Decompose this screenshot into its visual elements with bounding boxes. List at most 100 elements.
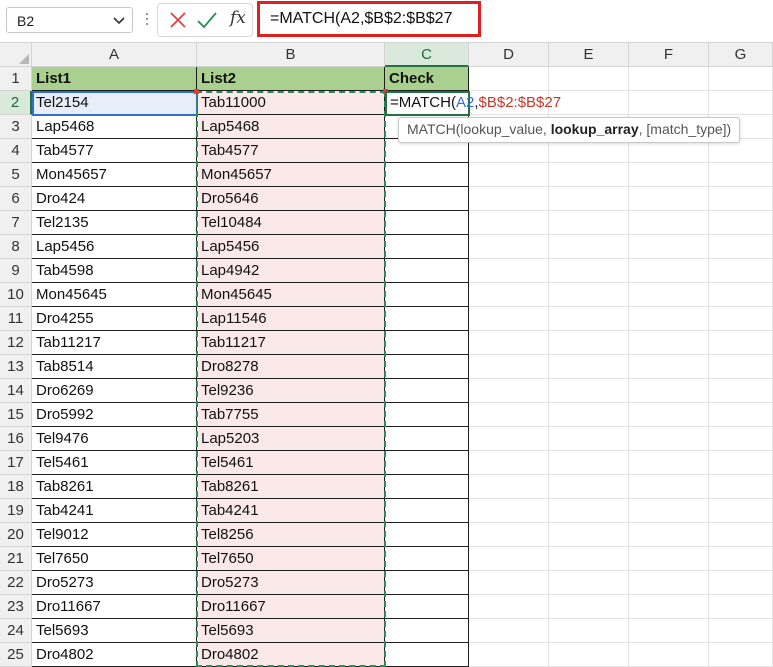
check-cell[interactable] (385, 283, 469, 307)
column-header-e[interactable]: E (549, 43, 629, 67)
empty-cell[interactable] (629, 643, 709, 667)
empty-cell[interactable] (629, 379, 709, 403)
empty-cell[interactable] (629, 499, 709, 523)
column-header-a[interactable]: A (32, 43, 197, 67)
row-header[interactable]: 14 (0, 379, 32, 403)
empty-cell[interactable] (629, 355, 709, 379)
list1-cell[interactable]: Tel9012 (32, 523, 197, 547)
formula-input[interactable]: =MATCH(A2,$B$2:$B$27 (257, 1, 481, 37)
empty-cell[interactable] (629, 67, 709, 91)
row-header[interactable]: 16 (0, 427, 32, 451)
list2-cell[interactable]: Tab11217 (197, 331, 385, 355)
list2-cell[interactable]: Tel7650 (197, 547, 385, 571)
check-cell[interactable] (385, 571, 469, 595)
check-cell[interactable] (385, 619, 469, 643)
empty-cell[interactable] (709, 307, 773, 331)
list2-cell[interactable]: Dro11667 (197, 595, 385, 619)
empty-cell[interactable] (629, 571, 709, 595)
empty-cell[interactable] (709, 427, 773, 451)
check-cell[interactable] (385, 211, 469, 235)
empty-cell[interactable] (709, 355, 773, 379)
name-box[interactable]: B2 (6, 7, 133, 33)
empty-cell[interactable] (549, 235, 629, 259)
empty-cell[interactable] (469, 571, 549, 595)
empty-cell[interactable] (469, 235, 549, 259)
check-cell[interactable] (385, 259, 469, 283)
empty-cell[interactable] (629, 283, 709, 307)
empty-cell[interactable] (709, 235, 773, 259)
empty-cell[interactable] (629, 211, 709, 235)
empty-cell[interactable] (549, 187, 629, 211)
empty-cell[interactable] (549, 307, 629, 331)
list1-cell[interactable]: Dro6269 (32, 379, 197, 403)
list2-cell[interactable]: Lap11546 (197, 307, 385, 331)
check-cell[interactable] (385, 475, 469, 499)
empty-cell[interactable] (709, 643, 773, 667)
list1-cell[interactable]: Tel9476 (32, 427, 197, 451)
list2-cell[interactable]: Tel8256 (197, 523, 385, 547)
row-header[interactable]: 7 (0, 211, 32, 235)
list1-cell[interactable]: Tel2135 (32, 211, 197, 235)
list1-cell[interactable]: Tel2154 (32, 91, 197, 115)
empty-cell[interactable] (709, 403, 773, 427)
empty-cell[interactable] (549, 595, 629, 619)
empty-cell[interactable] (469, 547, 549, 571)
empty-cell[interactable] (549, 331, 629, 355)
empty-cell[interactable] (629, 91, 709, 115)
list2-cell[interactable]: Tel9236 (197, 379, 385, 403)
list1-cell[interactable]: Tab8261 (32, 475, 197, 499)
row-header[interactable]: 22 (0, 571, 32, 595)
list1-cell[interactable]: Mon45657 (32, 163, 197, 187)
check-cell[interactable] (385, 643, 469, 667)
row-header[interactable]: 11 (0, 307, 32, 331)
row-header[interactable]: 10 (0, 283, 32, 307)
row-header[interactable]: 17 (0, 451, 32, 475)
empty-cell[interactable] (469, 67, 549, 91)
header-cell-check[interactable]: Check (385, 67, 469, 91)
drag-handle-icon[interactable] (145, 13, 149, 29)
empty-cell[interactable] (709, 91, 773, 115)
column-header-g[interactable]: G (709, 43, 773, 67)
row-header[interactable]: 15 (0, 403, 32, 427)
empty-cell[interactable] (549, 523, 629, 547)
empty-cell[interactable] (629, 619, 709, 643)
empty-cell[interactable] (709, 595, 773, 619)
empty-cell[interactable] (629, 307, 709, 331)
list2-cell[interactable]: Mon45657 (197, 163, 385, 187)
list2-cell[interactable]: Tel10484 (197, 211, 385, 235)
row-header[interactable]: 25 (0, 643, 32, 667)
empty-cell[interactable] (709, 187, 773, 211)
list2-cell[interactable]: Tab11000 (197, 91, 385, 115)
list2-cell[interactable]: Lap5456 (197, 235, 385, 259)
empty-cell[interactable] (469, 259, 549, 283)
check-cell[interactable] (385, 307, 469, 331)
empty-cell[interactable] (549, 427, 629, 451)
empty-cell[interactable] (469, 595, 549, 619)
empty-cell[interactable] (549, 211, 629, 235)
empty-cell[interactable] (629, 523, 709, 547)
check-cell[interactable] (385, 331, 469, 355)
empty-cell[interactable] (629, 451, 709, 475)
empty-cell[interactable] (629, 163, 709, 187)
cancel-icon[interactable] (168, 9, 188, 36)
row-header[interactable]: 20 (0, 523, 32, 547)
row-header[interactable]: 8 (0, 235, 32, 259)
empty-cell[interactable] (549, 571, 629, 595)
check-cell[interactable] (385, 379, 469, 403)
list2-cell[interactable]: Tab8261 (197, 475, 385, 499)
empty-cell[interactable] (709, 619, 773, 643)
empty-cell[interactable] (469, 619, 549, 643)
check-cell[interactable] (385, 523, 469, 547)
empty-cell[interactable] (469, 643, 549, 667)
list1-cell[interactable]: Tab4577 (32, 139, 197, 163)
empty-cell[interactable] (549, 403, 629, 427)
empty-cell[interactable] (629, 403, 709, 427)
empty-cell[interactable] (549, 379, 629, 403)
check-cell[interactable] (385, 451, 469, 475)
list2-cell[interactable]: Lap5468 (197, 115, 385, 139)
row-header[interactable]: 12 (0, 331, 32, 355)
check-cell[interactable] (385, 163, 469, 187)
empty-cell[interactable] (549, 499, 629, 523)
list1-cell[interactable]: Mon45645 (32, 283, 197, 307)
row-header[interactable]: 23 (0, 595, 32, 619)
